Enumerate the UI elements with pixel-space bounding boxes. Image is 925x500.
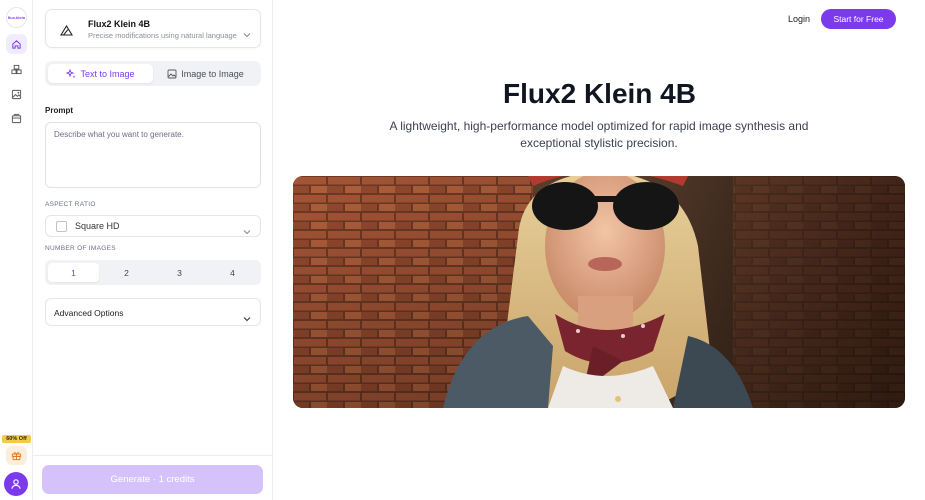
images-button[interactable] bbox=[6, 84, 27, 104]
gift-icon bbox=[11, 452, 22, 461]
tab-label: Text to Image bbox=[80, 68, 135, 79]
home-button[interactable] bbox=[6, 34, 27, 54]
sparkle-icon bbox=[66, 68, 76, 78]
prompt-placeholder: Describe what you want to generate. bbox=[54, 130, 184, 139]
icon-rail: flux.klein 60% Off bbox=[0, 0, 33, 500]
start-free-button[interactable]: Start for Free bbox=[821, 9, 896, 29]
number-of-images-label: NUMBER OF IMAGES bbox=[45, 245, 116, 252]
prompt-input[interactable]: Describe what you want to generate. bbox=[45, 122, 261, 188]
aspect-ratio-label: ASPECT RATIO bbox=[45, 201, 96, 208]
advanced-options-label: Advanced Options bbox=[54, 308, 124, 318]
tab-text-to-image[interactable]: Text to Image bbox=[48, 64, 153, 83]
square-icon bbox=[56, 221, 67, 232]
generate-button[interactable]: Generate · 1 credits bbox=[42, 465, 263, 494]
chevron-down-icon bbox=[243, 309, 251, 327]
aspect-ratio-value: Square HD bbox=[75, 221, 120, 231]
app-logo[interactable]: flux.klein bbox=[6, 7, 27, 28]
prompt-label: Prompt bbox=[45, 106, 73, 115]
number-of-images-selector: 1 2 3 4 bbox=[45, 260, 261, 285]
image-icon bbox=[167, 69, 177, 78]
tab-image-to-image[interactable]: Image to Image bbox=[153, 64, 258, 83]
count-option-2[interactable]: 2 bbox=[101, 263, 152, 282]
home-icon bbox=[12, 39, 21, 49]
count-option-4[interactable]: 4 bbox=[207, 263, 258, 282]
layers-icon bbox=[11, 64, 22, 74]
settings-panel: Flux2 Klein 4B Precise modifications usi… bbox=[33, 0, 273, 500]
models-button[interactable] bbox=[6, 59, 27, 79]
user-profile-button[interactable] bbox=[4, 472, 28, 496]
image-icon bbox=[11, 89, 22, 99]
page-subtitle: A lightweight, high-performance model op… bbox=[389, 119, 809, 150]
gift-button[interactable] bbox=[6, 446, 27, 465]
advanced-options-toggle[interactable]: Advanced Options bbox=[45, 298, 261, 326]
promo-badge[interactable]: 60% Off bbox=[2, 435, 31, 443]
page-title: Flux2 Klein 4B bbox=[503, 78, 696, 109]
hero-image-art bbox=[293, 176, 905, 408]
aspect-ratio-select[interactable]: Square HD bbox=[45, 215, 261, 237]
generate-footer: Generate · 1 credits bbox=[33, 455, 273, 500]
mode-tabs: Text to Image Image to Image bbox=[45, 61, 261, 86]
gallery-button[interactable] bbox=[6, 108, 27, 128]
count-option-3[interactable]: 3 bbox=[154, 263, 205, 282]
model-icon bbox=[60, 23, 73, 41]
chevron-down-icon bbox=[243, 222, 251, 240]
gallery-icon bbox=[11, 113, 22, 123]
model-selector[interactable]: Flux2 Klein 4B Precise modifications usi… bbox=[45, 9, 261, 48]
chevron-down-icon bbox=[243, 25, 251, 43]
model-name: Flux2 Klein 4B bbox=[88, 19, 151, 29]
tab-label: Image to Image bbox=[181, 68, 244, 79]
model-description: Precise modifications using natural lang… bbox=[88, 31, 237, 40]
main-content: Login Start for Free Flux2 Klein 4B A li… bbox=[274, 0, 925, 500]
user-icon bbox=[11, 479, 21, 489]
hero-image bbox=[293, 176, 905, 408]
count-option-1[interactable]: 1 bbox=[48, 263, 99, 282]
login-link[interactable]: Login bbox=[788, 14, 810, 24]
